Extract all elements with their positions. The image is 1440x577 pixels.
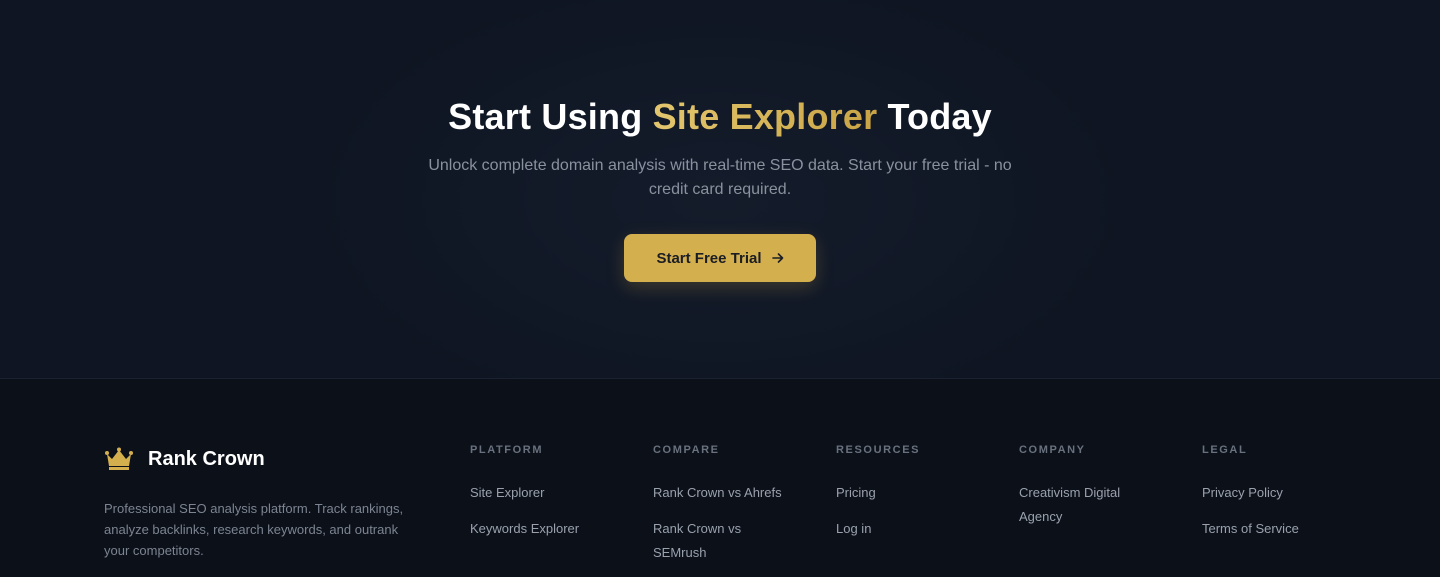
footer-column-title: COMPANY (1019, 444, 1086, 456)
cta-title: Start Using Site Explorer Today (0, 96, 1440, 138)
footer-brand[interactable]: Rank Crown (104, 447, 265, 471)
footer-link-pricing[interactable]: Pricing (836, 481, 996, 505)
footer-link-creativism[interactable]: Creativism Digital Agency (1019, 481, 1159, 529)
footer-column-compare: COMPARE Rank Crown vs Ahrefs Rank Crown … (653, 444, 803, 577)
footer-link-privacy[interactable]: Privacy Policy (1202, 481, 1362, 505)
footer-column-resources: RESOURCES Pricing Log in (836, 444, 996, 553)
start-free-trial-label: Start Free Trial (656, 249, 762, 267)
brand-name: Rank Crown (148, 447, 265, 470)
footer-column-platform: PLATFORM Site Explorer Keywords Explorer (470, 444, 630, 553)
cta-title-part1: Start Using (448, 96, 653, 137)
footer-link-login[interactable]: Log in (836, 517, 996, 541)
cta-title-highlight: Site Explorer (652, 96, 878, 137)
brand-description: Professional SEO analysis platform. Trac… (104, 501, 404, 558)
footer-link-site-explorer[interactable]: Site Explorer (470, 481, 630, 505)
cta-title-part2: Today (877, 96, 992, 137)
footer-column-title: PLATFORM (470, 444, 544, 456)
footer-column-company: COMPANY Creativism Digital Agency (1019, 444, 1159, 541)
footer-link-keywords-explorer[interactable]: Keywords Explorer (470, 517, 630, 541)
crown-icon (105, 447, 133, 470)
footer-link-terms[interactable]: Terms of Service (1202, 517, 1362, 541)
start-free-trial-button[interactable]: Start Free Trial (624, 234, 816, 282)
footer-link-vs-semrush[interactable]: Rank Crown vs SEMrush (653, 517, 763, 565)
cta-section: Start Using Site Explorer Today Unlock c… (0, 0, 1440, 379)
footer-column-title: RESOURCES (836, 444, 921, 456)
footer-column-legal: LEGAL Privacy Policy Terms of Service (1202, 444, 1362, 553)
cta-subtitle: Unlock complete domain analysis with rea… (428, 157, 1012, 198)
footer-link-vs-ahrefs[interactable]: Rank Crown vs Ahrefs (653, 481, 803, 505)
footer-column-title: LEGAL (1202, 444, 1248, 456)
arrow-right-icon (771, 253, 783, 263)
footer-column-title: COMPARE (653, 444, 720, 456)
